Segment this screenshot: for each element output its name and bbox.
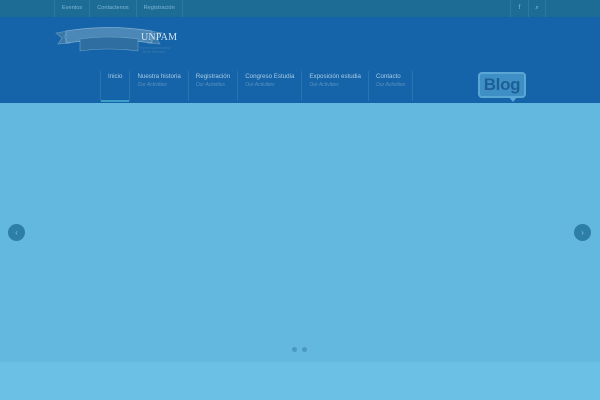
slider-dot[interactable]: [292, 347, 297, 352]
main-nav: Inicio Nuestra historia Our Activities R…: [100, 71, 414, 102]
nav-item-sublabel: Our Activities: [137, 82, 167, 88]
nav-item-registracion[interactable]: Registración Our Activities: [187, 71, 237, 101]
hero-slider: ‹ ›: [0, 103, 600, 362]
site-header: UNPAM Proyecto Universitario de las Amer…: [0, 17, 600, 103]
nav-item-sublabel: Our Activities: [245, 82, 275, 88]
slider-dot[interactable]: [302, 347, 307, 352]
top-links: Eventos Contactenos Registración: [54, 0, 183, 17]
site-logo[interactable]: UNPAM Proyecto Universitario de las Amer…: [54, 25, 177, 54]
content-strip: [0, 362, 600, 400]
social-icons: f ⌕: [510, 0, 546, 17]
slider-next-button[interactable]: ›: [574, 224, 591, 241]
top-link-registracion[interactable]: Registración: [135, 0, 183, 17]
nav-item-label: Exposición estudia: [309, 73, 361, 80]
logo-subtitle: Proyecto Universitario de las Americas: [137, 46, 171, 54]
search-icon[interactable]: ⌕: [528, 0, 546, 17]
nav-item-exposicion-estudia[interactable]: Exposición estudia Our Activities: [301, 71, 368, 101]
nav-item-sublabel: Our Activities: [195, 82, 226, 88]
nav-item-sublabel: Our Activities: [309, 82, 339, 88]
nav-item-congreso-estudia[interactable]: Congreso Estudia Our Activities: [237, 71, 301, 101]
nav-item-label: Nuestra historia: [137, 73, 181, 80]
nav-item-label: Contacto: [375, 73, 401, 80]
logo-title: UNPAM: [141, 32, 178, 43]
slider-prev-button[interactable]: ‹: [8, 224, 25, 241]
top-link-eventos[interactable]: Eventos: [54, 0, 89, 17]
nav-item-label: Registración: [195, 73, 231, 80]
nav-item-contacto[interactable]: Contacto Our Activities: [367, 71, 414, 101]
speech-bubble-tail-icon: [508, 96, 518, 102]
nav-item-inicio[interactable]: Inicio: [100, 71, 130, 102]
nav-item-sublabel: Our Activities: [375, 82, 406, 88]
top-utility-bar: Eventos Contactenos Registración f ⌕: [0, 0, 600, 17]
nav-item-label: Inicio: [108, 73, 123, 80]
nav-item-nuestra-historia[interactable]: Nuestra historia Our Activities: [129, 71, 187, 101]
facebook-icon[interactable]: f: [510, 0, 528, 17]
top-link-contactenos[interactable]: Contactenos: [89, 0, 135, 17]
blog-label: Blog: [483, 75, 521, 94]
nav-item-label: Congreso Estudia: [245, 73, 295, 80]
slider-pagination: [292, 347, 307, 352]
blog-button[interactable]: Blog: [478, 72, 526, 102]
